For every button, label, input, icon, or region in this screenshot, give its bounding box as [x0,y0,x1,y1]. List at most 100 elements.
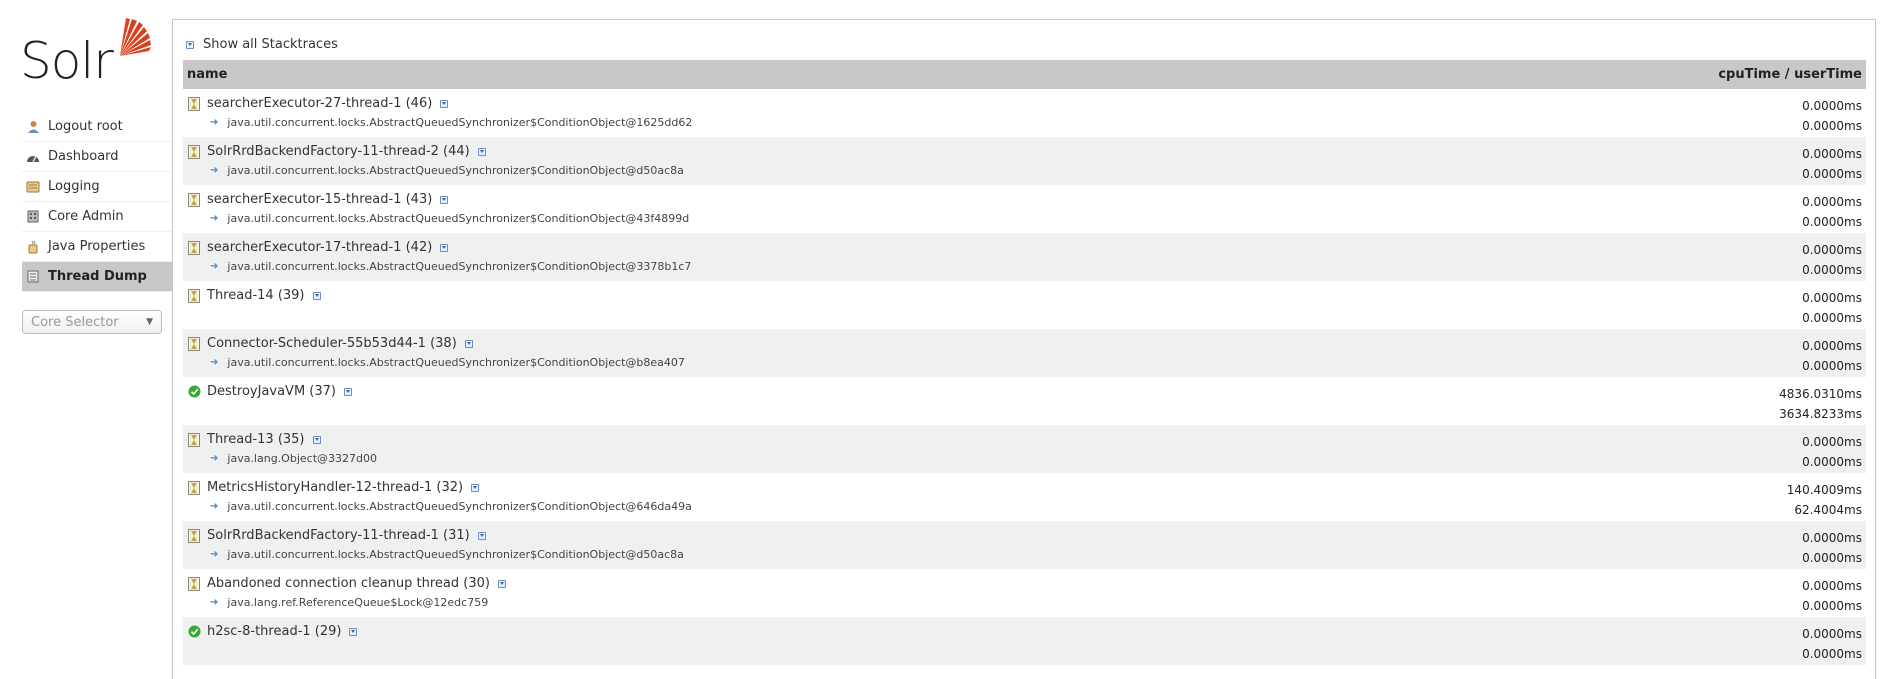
user-time: 0.0000ms [1802,119,1862,133]
thread-name-line: Thread-13 (35) [187,432,321,447]
expand-stacktrace-icon[interactable] [343,387,352,396]
solr-logo[interactable]: Solr [20,16,155,88]
cpu-time: 0.0000ms [1802,531,1862,545]
sidebar-item-logging[interactable]: Logging [22,172,172,202]
arrow-right-icon: ➜ [210,357,219,368]
expand-stacktrace-icon[interactable] [497,579,506,588]
thread-row: searcherExecutor-17-thread-1 (42) ➜ java.u… [183,233,1866,281]
user-icon [26,120,40,134]
thread-row: SolrRrdBackendFactory-11-thread-1 (31) ➜ j… [183,521,1866,569]
thread-row: Thread-13 (35) ➜ java.lang.Object@3327d00 0… [183,425,1866,473]
thread-lock: java.util.concurrent.locks.AbstractQueue… [227,500,692,513]
thread-times: 0.0000ms 0.0000ms [1802,576,1862,616]
thread-lock-line: ➜ java.util.concurrent.locks.AbstractQueu… [210,548,684,561]
sidebar-item-thread-dump[interactable]: Thread Dump [22,262,172,292]
user-time: 0.0000ms [1802,599,1862,613]
sidebar-item-label: Java Properties [48,239,146,254]
cpu-time: 0.0000ms [1802,435,1862,449]
show-all-stacktraces-toggle[interactable]: Show all Stacktraces [186,37,338,52]
thread-lock-line: ➜ java.util.concurrent.locks.AbstractQueu… [210,164,684,177]
hourglass-icon [187,480,201,495]
thread-name: h2sc-8-thread-1 (29) [207,624,342,639]
thread-row: Abandoned connection cleanup thread (30)… [183,569,1866,617]
thread-lock: java.util.concurrent.locks.AbstractQueue… [227,164,684,177]
cpu-time: 0.0000ms [1802,243,1862,257]
java-icon [26,240,40,254]
cpu-time: 0.0000ms [1802,339,1862,353]
thread-times: 0.0000ms 0.0000ms [1802,624,1862,664]
thread-lock: java.util.concurrent.locks.AbstractQueue… [227,356,685,369]
sidebar-item-label: Logging [48,179,100,194]
thread-row: Connector-Scheduler-55b53d44-1 (38) ➜ java… [183,329,1866,377]
expand-stacktrace-icon[interactable] [464,339,473,348]
thread-times: 0.0000ms 0.0000ms [1802,144,1862,184]
sidebar-item-label: Thread Dump [48,269,147,284]
expand-stacktrace-icon[interactable] [440,99,449,108]
cpu-time: 4836.0310ms [1779,387,1862,401]
thread-row: MetricsHistoryHandler-12-thread-1 (32) ➜ j… [183,473,1866,521]
cpu-time: 0.0000ms [1802,99,1862,113]
cpu-time: 0.0000ms [1802,147,1862,161]
expand-stacktrace-icon[interactable] [477,147,486,156]
cpu-time: 0.0000ms [1802,291,1862,305]
thread-name: Abandoned connection cleanup thread (30) [207,576,490,591]
hourglass-icon [187,144,201,159]
sidebar-item-core-admin[interactable]: Core Admin [22,202,172,232]
column-header-time: cpuTime / userTime [1718,67,1862,82]
thread-times: 140.4009ms 62.4004ms [1787,480,1862,520]
hourglass-icon [187,432,201,447]
thread-name-line: Connector-Scheduler-55b53d44-1 (38) [187,336,473,351]
thread-name: DestroyJavaVM (37) [207,384,336,399]
threads-table: name cpuTime / userTime searcherExecutor… [183,60,1866,665]
thread-name-line: searcherExecutor-17-thread-1 (42) [187,240,449,255]
expand-stacktrace-icon[interactable] [471,483,480,492]
sidebar: Solr Logout root Dashboard Logging Core … [0,0,172,665]
thread-times: 0.0000ms 0.0000ms [1802,432,1862,472]
cpu-time: 0.0000ms [1802,627,1862,641]
thread-name-line: SolrRrdBackendFactory-11-thread-2 (44) [187,144,486,159]
thread-times: 0.0000ms 0.0000ms [1802,96,1862,136]
sidebar-item-java-properties[interactable]: Java Properties [22,232,172,262]
expand-stacktrace-icon[interactable] [312,291,321,300]
thread-row: Thread-14 (39) 0.0000ms 0.0000ms [183,281,1866,329]
thread-name: Thread-13 (35) [207,432,305,447]
thread-lock: java.util.concurrent.locks.AbstractQueue… [227,260,692,273]
user-time: 0.0000ms [1802,551,1862,565]
solr-sun-icon [120,18,151,56]
sidebar-item-label: Core Admin [48,209,124,224]
sidebar-item-logout[interactable]: Logout root [22,112,172,142]
thread-times: 4836.0310ms 3634.8233ms [1779,384,1862,424]
thread-lock: java.util.concurrent.locks.AbstractQueue… [227,116,693,129]
thread-rows: searcherExecutor-27-thread-1 (46) ➜ java.u… [183,89,1866,665]
sidebar-item-label: Logout root [48,119,123,134]
core-selector[interactable]: Core Selector ▼ [22,310,162,334]
thread-row: SolrRrdBackendFactory-11-thread-2 (44) ➜ j… [183,137,1866,185]
arrow-right-icon: ➜ [210,117,219,128]
arrow-right-icon: ➜ [210,597,219,608]
thread-name-line: MetricsHistoryHandler-12-thread-1 (32) [187,480,480,495]
arrow-right-icon: ➜ [210,213,219,224]
hourglass-icon [187,576,201,591]
expand-stacktrace-icon[interactable] [349,627,358,636]
user-time: 0.0000ms [1802,359,1862,373]
thread-name: MetricsHistoryHandler-12-thread-1 (32) [207,480,464,495]
hourglass-icon [187,240,201,255]
thread-lock-line: ➜ java.util.concurrent.locks.AbstractQueu… [210,356,685,369]
thread-name-line: DestroyJavaVM (37) [187,384,352,399]
hourglass-icon [187,192,201,207]
show-all-stacktraces-label: Show all Stacktraces [203,37,338,52]
thread-times: 0.0000ms 0.0000ms [1802,528,1862,568]
arrow-right-icon: ➜ [210,261,219,272]
core-admin-icon [26,210,40,224]
sidebar-item-label: Dashboard [48,149,119,164]
thread-lock-line: ➜ java.util.concurrent.locks.AbstractQueu… [210,116,692,129]
thread-name: SolrRrdBackendFactory-11-thread-2 (44) [207,144,470,159]
expand-stacktrace-icon[interactable] [312,435,321,444]
expand-icon [186,40,194,49]
expand-stacktrace-icon[interactable] [440,243,449,252]
expand-stacktrace-icon[interactable] [440,195,449,204]
thread-times: 0.0000ms 0.0000ms [1802,192,1862,232]
expand-stacktrace-icon[interactable] [477,531,486,540]
sidebar-item-dashboard[interactable]: Dashboard [22,142,172,172]
thread-dump-icon [26,270,40,284]
